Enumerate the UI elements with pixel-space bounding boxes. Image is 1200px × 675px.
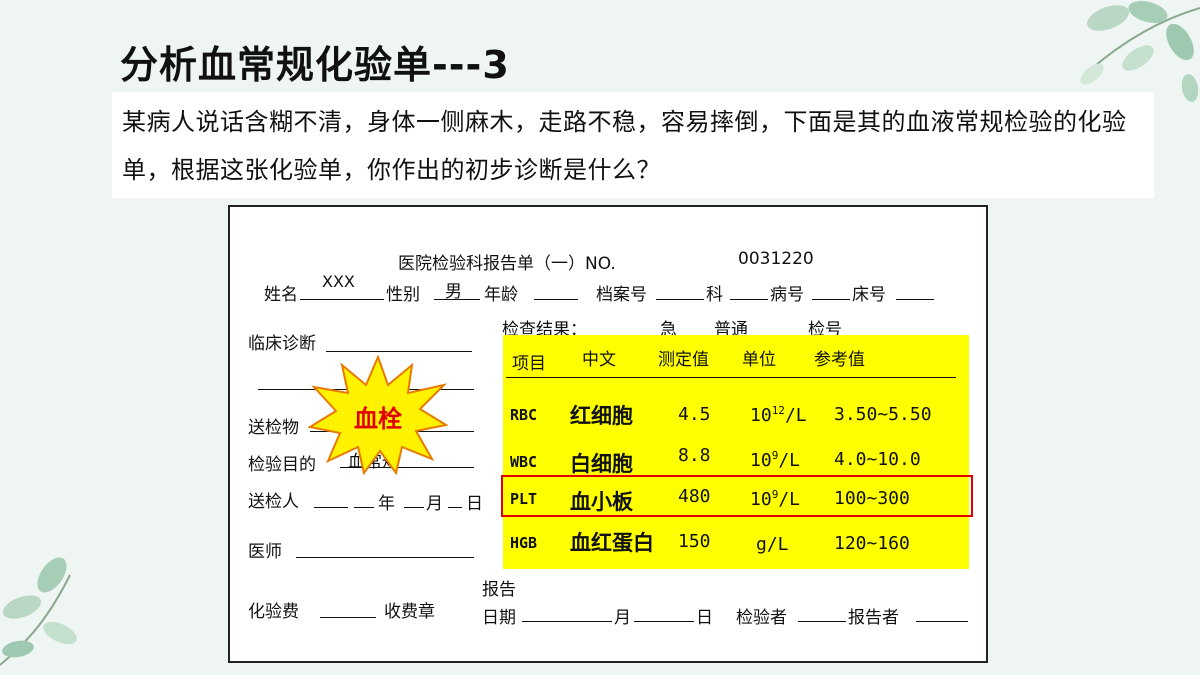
report-number: 0031220 [738,249,814,269]
row-ref: 3.50~5.50 [834,404,932,425]
row-cn: 血红蛋白 [570,531,654,555]
specimen-label: 送检物 [248,418,299,438]
file-label: 档案号 [596,285,647,305]
col-chinese: 中文 [582,350,616,370]
unit-tail: /L [784,405,807,426]
row-unit: 109/L [750,449,800,471]
row-unit: 1012/L [750,404,807,426]
bed-line [896,299,934,300]
unit-exp: 12 [771,404,785,417]
row-value: 4.5 [678,404,711,425]
month-line [404,507,424,508]
reporter-line [916,621,968,622]
ward-line [812,299,850,300]
question-text: 某病人说话含糊不清，身体一侧麻木，走路不稳，容易摔倒，下面是其的血液常规检验的化… [112,92,1154,198]
age-label: 年龄 [484,285,518,305]
row-code: WBC [510,453,538,471]
row-cn: 红细胞 [570,404,633,428]
stamp-label: 收费章 [384,602,435,622]
dept-line [730,299,768,300]
inspector-line [798,621,846,622]
row-ref: 120~160 [834,533,910,554]
date-month-label: 月 [614,608,631,628]
header-line [506,377,956,378]
dept-label: 科 [706,285,723,305]
date-line [522,621,612,622]
unit-base: 10 [750,450,772,471]
ward-label: 病号 [770,285,804,305]
row-cn: 白细胞 [570,452,633,476]
day-label: 日 [466,494,483,514]
name-value: XXX [322,272,355,291]
row-unit: g/L [756,533,789,555]
fee-label: 化验费 [248,602,299,622]
clinical-dx-label: 临床诊断 [248,334,316,354]
sender-label: 送检人 [248,492,299,512]
date-day-label: 日 [696,608,713,628]
plt-highlight-box [501,475,973,517]
row-ref: 4.0~10.0 [834,449,921,470]
report-heading: 医院检验科报告单（一）NO. [398,254,616,274]
sender-line [314,507,348,508]
col-reference: 参考值 [814,350,865,370]
doctor-label: 医师 [248,542,282,562]
unit-base: g/L [756,534,789,555]
date-label: 日期 [482,608,516,628]
age-line [534,299,578,300]
row-value: 150 [678,531,711,552]
report-label: 报告 [482,580,516,600]
day-line [448,507,462,508]
clinical-dx-line [326,351,472,352]
row-code: HGB [510,534,538,552]
month-label: 月 [426,494,443,514]
unit-base: 10 [750,405,772,426]
unit-tail: /L [778,450,800,471]
bed-label: 床号 [852,285,886,305]
date-day-line [634,621,694,622]
sex-line [434,299,480,300]
leaf-decoration-bottom-left [0,557,77,666]
reporter-label: 报告者 [848,608,899,628]
slide-title: 分析血常规化验单---3 [120,43,510,87]
name-line [300,299,384,300]
year-line [354,507,374,508]
row-value: 8.8 [678,445,711,466]
file-line [656,299,704,300]
sex-label: 性别 [386,285,420,305]
purpose-label: 检验目的 [248,455,316,475]
lab-report: 医院检验科报告单（一）NO. 0031220 姓名 XXX 性别 男 年龄 档案… [228,205,988,663]
doctor-line [296,557,474,558]
burst-label: 血栓 [354,405,402,433]
name-label: 姓名 [264,285,298,305]
col-unit: 单位 [742,350,776,370]
col-item: 项目 [512,354,546,374]
fee-line [320,617,376,618]
slide: 分析血常规化验单---3 某病人说话含糊不清，身体一侧麻木，走路不稳，容易摔倒，… [0,0,1200,675]
row-code: RBC [510,406,538,424]
col-value: 测定值 [658,350,709,370]
year-label: 年 [378,494,395,514]
inspector-label: 检验者 [736,608,787,628]
